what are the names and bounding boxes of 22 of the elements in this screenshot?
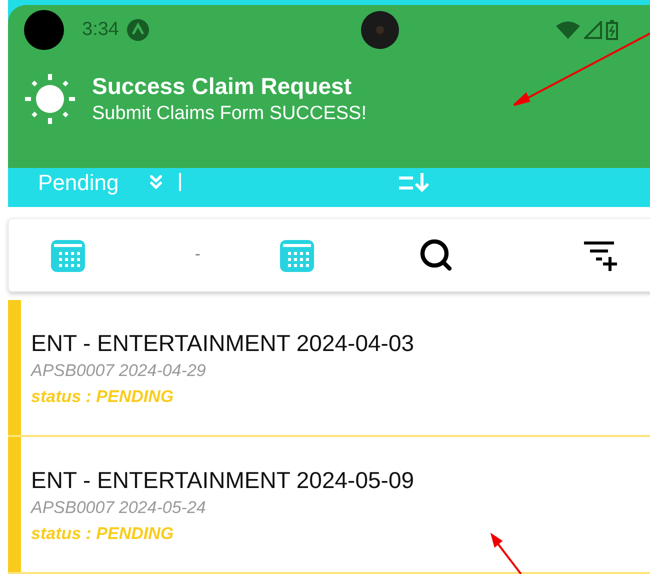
divider — [178, 173, 181, 191]
camera-hole — [24, 10, 64, 50]
annotation-arrow — [488, 532, 524, 574]
claim-status: status : PENDING — [31, 523, 174, 545]
notification-message: Submit Claims Form SUCCESS! — [92, 102, 366, 126]
claim-card[interactable]: ENT - ENTERTAINMENT 2024-04-03 APSB0007 2024-04-29 status : PENDING — [8, 300, 650, 437]
claim-subtitle: APSB0007 2024-05-24 — [31, 497, 206, 519]
sun-icon — [24, 73, 76, 125]
time: 3:34 — [82, 18, 119, 42]
claim-title: ENT - ENTERTAINMENT 2024-05-09 — [31, 466, 414, 495]
claim-status: status : PENDING — [31, 386, 174, 408]
wifi-icon — [556, 21, 580, 39]
search-icon[interactable] — [418, 237, 454, 273]
app-notification-icon — [126, 19, 149, 41]
date-range-separator: - — [195, 245, 200, 265]
notification-title: Success Claim Request — [92, 72, 353, 101]
signal-icon — [584, 21, 602, 39]
claim-title: ENT - ENTERTAINMENT 2024-04-03 — [31, 329, 414, 358]
front-camera-icon — [360, 11, 399, 49]
claim-subtitle: APSB0007 2024-04-29 — [31, 360, 206, 382]
battery-icon — [606, 20, 618, 40]
claim-card[interactable]: ENT - ENTERTAINMENT 2024-05-09 APSB0007 2024-05-24 status : PENDING — [8, 437, 650, 574]
